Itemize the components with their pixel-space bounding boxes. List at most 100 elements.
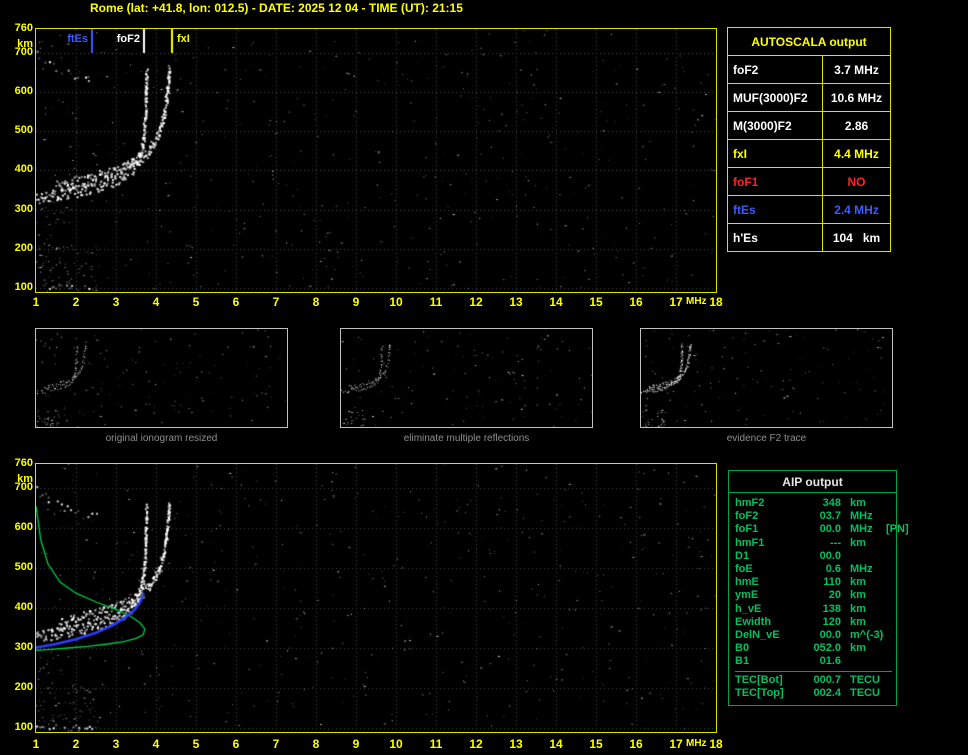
x-axis-tick-label: 4 (152, 295, 160, 309)
y-axis-tick-label: 500 (14, 124, 33, 137)
aip-cell-e (883, 687, 892, 700)
x-axis-tick-label: 12 (469, 295, 483, 309)
autoscala-param-label: h'Es (727, 223, 823, 252)
y-axis-tick-label: 700 (14, 45, 33, 58)
x-axis-tick-label: 11 (429, 737, 443, 751)
main-ionogram-plot: ftEs foF2 fxI (35, 28, 717, 293)
aip-cell-v: 03.7 (819, 510, 841, 523)
autoscala-param-value: 2.4 MHz (822, 195, 891, 224)
aip-cell-u: km (850, 642, 866, 655)
aip-rows: hmF2 348 km foF2 03.7 MHz foF1 00.0 MHz [PN] hmF1 -… (729, 493, 909, 705)
aip-cell-u: km (850, 576, 866, 589)
y-axis-tick-label: 100 (14, 281, 33, 294)
x-axis-unit-label: MHz (686, 738, 707, 749)
aip-cell-e (883, 616, 892, 629)
bottom-plot-y-axis: 760 km 700 600 500 400 300 200 100 (2, 457, 33, 733)
x-axis-tick-label: 12 (469, 737, 483, 751)
x-axis-tick-label: 17 (669, 295, 683, 309)
aip-cell-u: MHz (850, 563, 873, 576)
x-axis-tick-label: 13 (509, 737, 523, 751)
x-axis-tick-label: 5 (192, 295, 200, 309)
x-axis-tick-label: 16 (629, 737, 643, 751)
x-axis-tick-label: 9 (352, 295, 360, 309)
aip-row: D1 00.0 (735, 550, 892, 563)
thumbnail-caption-f2-trace: evidence F2 trace (726, 433, 807, 444)
autoscala-row: fxI 4.4 MHz (727, 139, 891, 168)
x-axis-tick-label: 9 (352, 737, 360, 751)
aip-cell-u (841, 655, 883, 668)
x-axis-tick-label: 6 (232, 737, 240, 751)
autoscala-param-value: 3.7 MHz (822, 55, 891, 84)
thumbnail-original-ionogram (35, 328, 288, 428)
aip-cell-n: h_vE (735, 602, 762, 615)
x-axis-tick-label: 6 (232, 295, 240, 309)
main-ionogram-canvas (36, 29, 716, 292)
autoscala-row: foF1 NO (727, 167, 891, 196)
autoscala-screen: Rome (lat: +41.8, lon: 012.5) - DATE: 20… (0, 0, 968, 755)
aip-cell-n: DelN_vE (735, 629, 780, 642)
aip-row: TEC[Top] 002.4 TECU (735, 687, 892, 700)
main-plot-y-axis: 760 km 700 600 500 400 300 200 100 (2, 22, 33, 294)
aip-row: hmE 110 km (735, 576, 892, 589)
aip-cell-n: foE (735, 563, 753, 576)
aip-panel-title: AIP output (729, 471, 896, 493)
thumbnail-original-canvas (36, 329, 287, 427)
y-axis-tick-label: 600 (14, 84, 33, 97)
thumbnail-f2-trace-canvas (641, 329, 892, 427)
autoscala-row: h'Es 104 km (727, 223, 891, 252)
aip-cell-u: km (850, 536, 866, 549)
x-axis-tick-label: 1 (32, 737, 40, 751)
aip-cell-v: 20 (828, 589, 841, 602)
aip-output-panel: AIP output hmF2 348 km foF2 03.7 MHz foF1 00.0 M… (728, 470, 909, 707)
aip-cell-n: D1 (735, 549, 750, 562)
aip-cell-v: 138 (822, 602, 841, 615)
aip-cell-u: TECU (850, 686, 880, 699)
x-axis-tick-label: 10 (389, 737, 403, 751)
x-axis-tick-label: 18 (709, 737, 723, 751)
y-axis-tick-label: 100 (14, 721, 33, 733)
critical-frequency-marker-label: fxI (177, 33, 190, 45)
aip-cell-u (841, 550, 883, 563)
aip-row: B0 052.0 km (735, 642, 892, 655)
aip-cell-e (883, 655, 892, 668)
x-axis-tick-label: 1 (32, 295, 40, 309)
autoscala-param-label: MUF(3000)F2 (727, 83, 823, 112)
aip-cell-n: foF1 (735, 523, 759, 536)
bottom-ionogram-canvas (36, 464, 716, 732)
aip-divider (735, 670, 892, 672)
critical-frequency-marker-label: ftEs (67, 33, 88, 45)
autoscala-param-label: M(3000)F2 (727, 111, 823, 140)
autoscala-param-label: foF2 (727, 55, 823, 84)
aip-row: DelN_vE 00.0 m^(-3) (735, 629, 892, 642)
station-header: Rome (lat: +41.8, lon: 012.5) - DATE: 20… (90, 1, 463, 15)
x-axis-tick-label: 8 (312, 295, 320, 309)
autoscala-param-value: 10.6 MHz (822, 83, 891, 112)
aip-cell-v: 0.6 (825, 563, 841, 576)
aip-cell-e (883, 674, 892, 687)
x-axis-tick-label: 14 (549, 295, 563, 309)
critical-frequency-marker-label: foF2 (116, 33, 140, 45)
x-axis-tick-label: 5 (192, 737, 200, 751)
aip-cell-e (883, 563, 892, 576)
aip-row: hmF1 --- km (735, 537, 892, 550)
autoscala-param-label: foF1 (727, 167, 823, 196)
aip-cell-u: km (850, 497, 866, 509)
y-axis-tick-label: 400 (14, 163, 33, 176)
x-axis-tick-label: 2 (72, 295, 80, 309)
aip-cell-u: m^(-3) (850, 629, 884, 642)
autoscala-row: foF2 3.7 MHz (727, 55, 891, 84)
autoscala-row: M(3000)F2 2.86 (727, 111, 891, 140)
y-axis-tick-label: 600 (14, 521, 33, 533)
aip-cell-v: 348 (822, 497, 841, 509)
aip-cell-e (883, 629, 892, 642)
y-axis-tick-label: 760 (14, 457, 33, 469)
autoscala-param-value: 4.4 MHz (822, 139, 891, 168)
aip-row: Ewidth 120 km (735, 616, 892, 629)
y-axis-tick-label: 200 (14, 681, 33, 693)
aip-cell-n: foF2 (735, 510, 759, 523)
x-axis-tick-label: 11 (429, 295, 443, 309)
aip-cell-e (883, 497, 892, 510)
aip-cell-v: 002.4 (813, 686, 841, 699)
aip-cell-u: km (850, 602, 866, 615)
aip-row: B1 01.6 (735, 655, 892, 668)
